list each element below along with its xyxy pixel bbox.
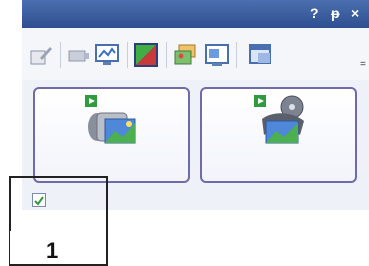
film-reel-icon <box>254 95 304 144</box>
import-video-button[interactable] <box>33 87 190 183</box>
import-film-button[interactable] <box>200 87 357 183</box>
pin-button[interactable]: ᵽ <box>331 5 340 21</box>
window-icon[interactable] <box>248 42 274 68</box>
toolbar: = <box>22 28 369 80</box>
close-button[interactable]: × <box>351 5 359 21</box>
monitor-icon[interactable] <box>94 42 120 68</box>
video-camera-icon <box>85 95 136 144</box>
title-bar: ? ᵽ × <box>22 0 369 28</box>
gallery-icon[interactable] <box>173 42 199 68</box>
color-swatch-icon[interactable] <box>133 42 159 68</box>
screenshot-icon[interactable] <box>204 42 230 68</box>
help-button[interactable]: ? <box>310 5 319 21</box>
callout-number: 1 <box>46 238 59 263</box>
camera-icon[interactable] <box>66 42 92 68</box>
toolbar-overflow-button[interactable]: = <box>360 59 366 70</box>
edit-icon[interactable] <box>28 42 54 68</box>
